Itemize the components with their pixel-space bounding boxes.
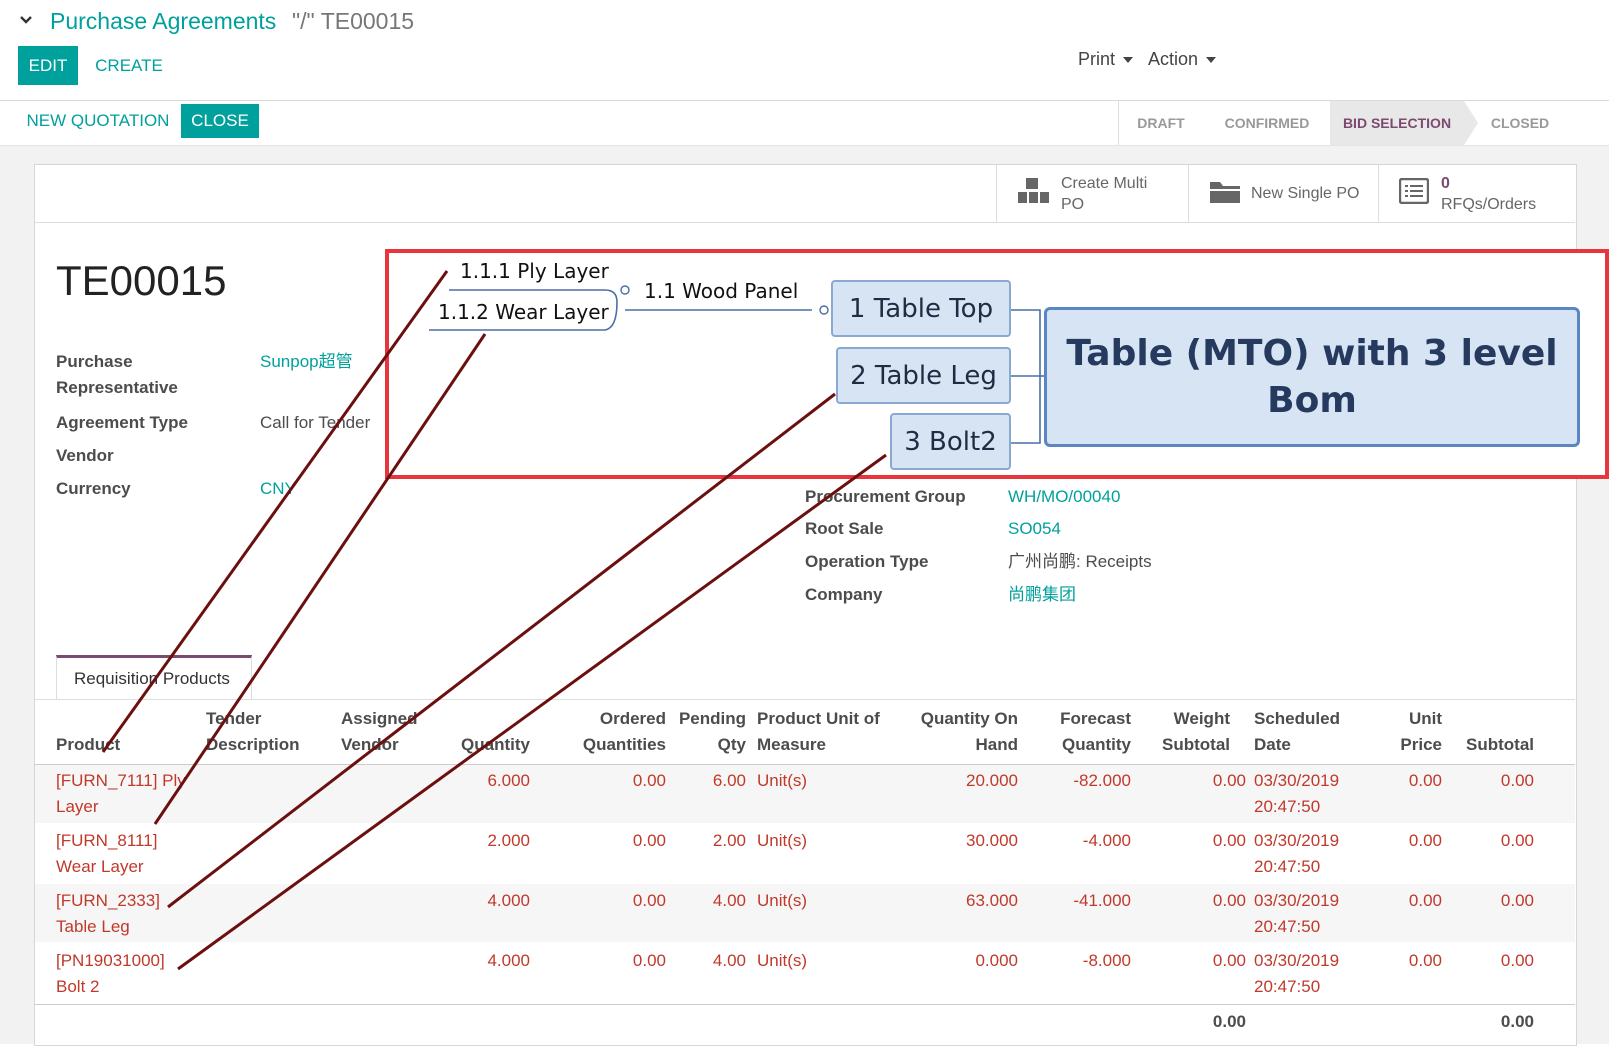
annotation-title-line1: Table (MTO) with 3 level [1066, 333, 1558, 374]
mindmap-node-wood-panel: 1.1 Wood Panel [644, 279, 799, 303]
mindmap-node-bolt: 3 Bolt2 [890, 413, 1011, 470]
mindmap-node-wear-layer: 1.1.2 Wear Layer [438, 300, 609, 324]
mindmap-node-table-leg: 2 Table Leg [836, 347, 1011, 404]
mindmap-root-node: Table (MTO) with 3 level Bom [1044, 307, 1580, 447]
annotation-title-line2: Bom [1267, 380, 1357, 421]
mindmap-node-table-top: 1 Table Top [831, 280, 1011, 337]
mindmap-node-ply-layer: 1.1.1 Ply Layer [460, 259, 609, 283]
mindmap-connectors [101, 270, 1044, 971]
